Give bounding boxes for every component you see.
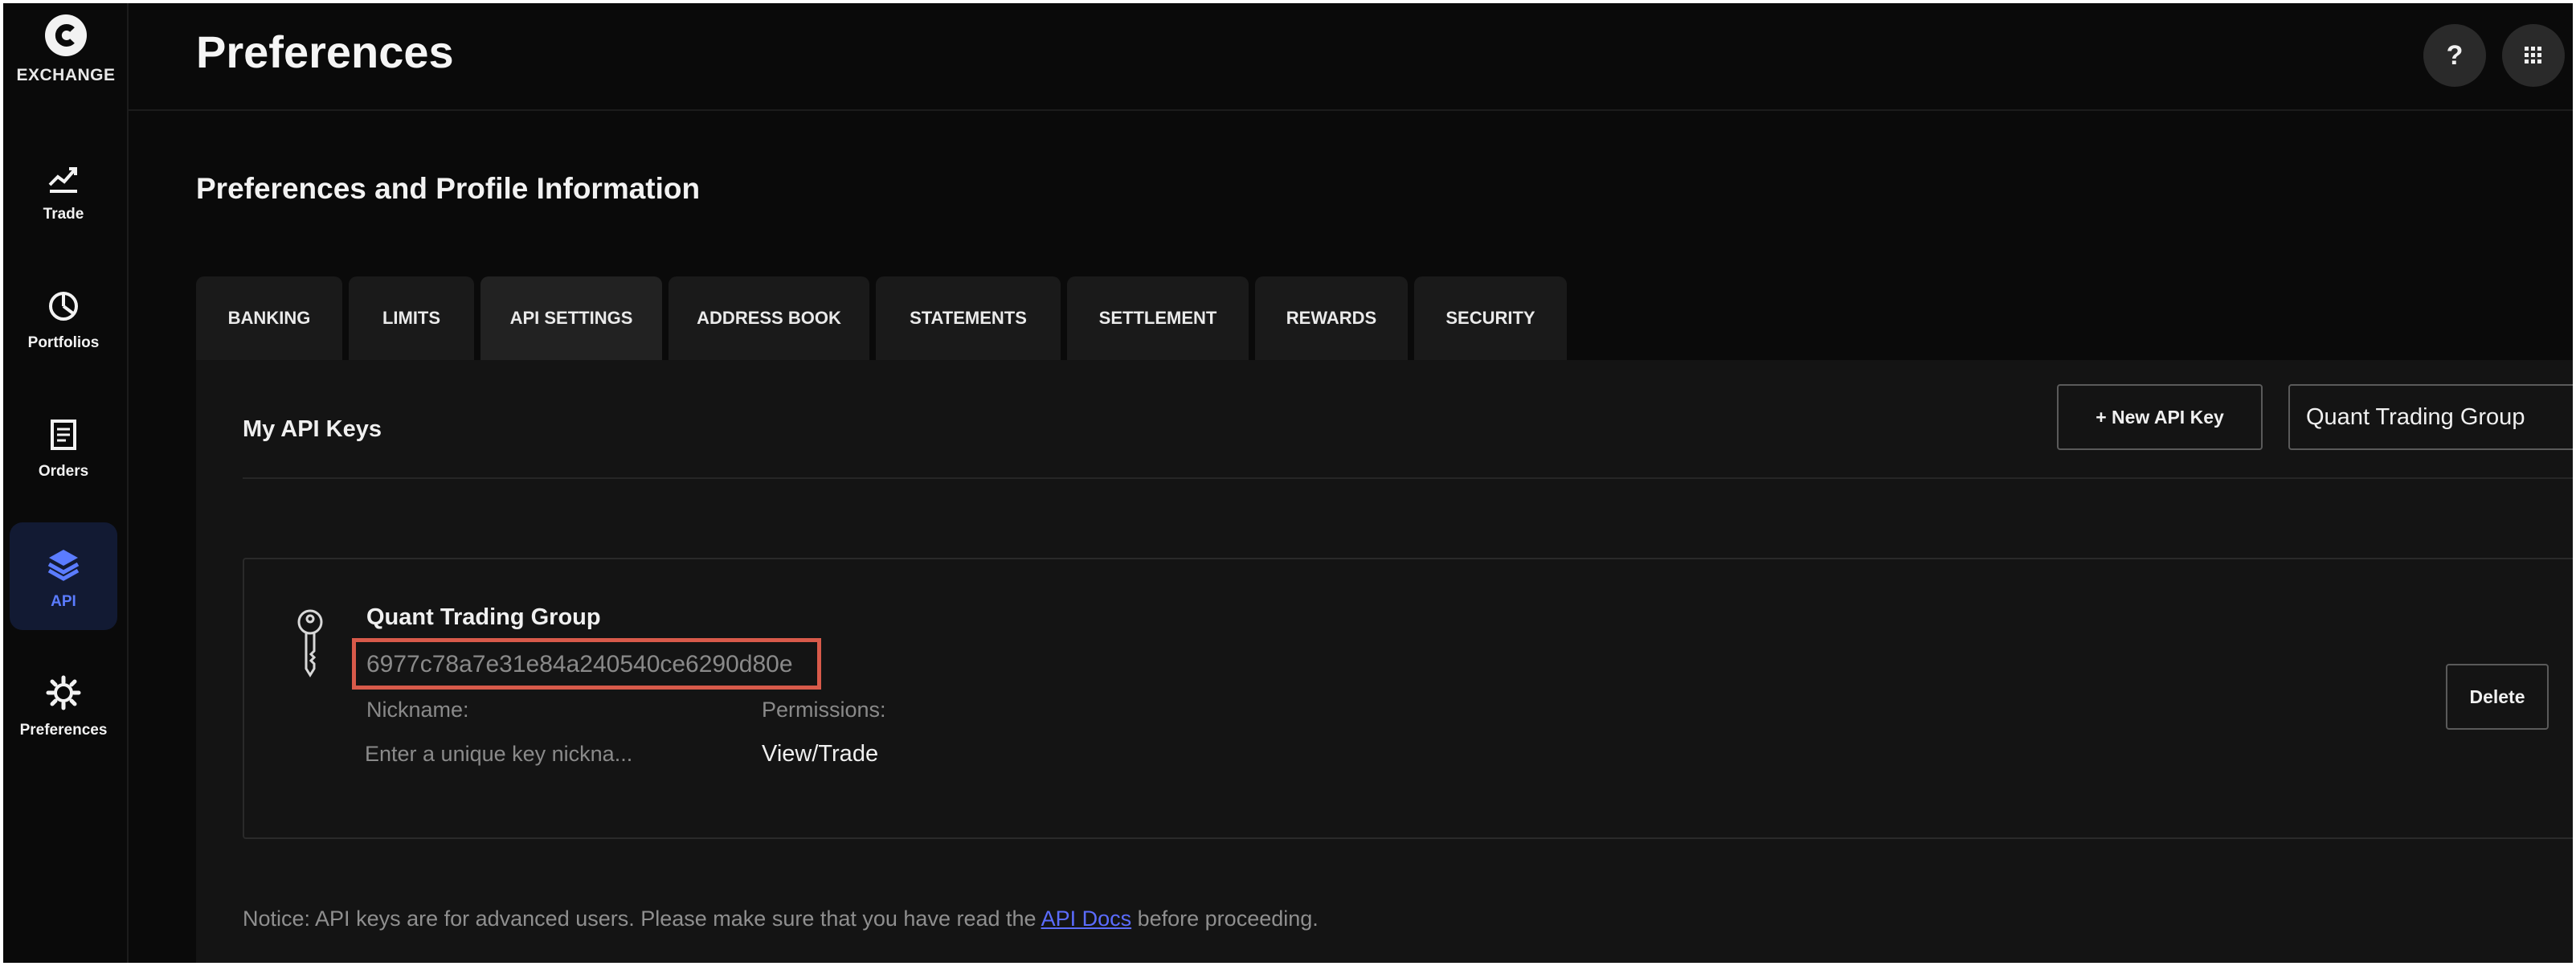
exchange-logo[interactable]: EXCHANGE bbox=[3, 13, 129, 85]
panel-title: My API Keys bbox=[243, 416, 382, 442]
api-key-name: Quant Trading Group bbox=[366, 604, 601, 630]
permissions-value: View/Trade bbox=[762, 741, 879, 767]
tab-label: ADDRESS BOOK bbox=[697, 308, 841, 328]
apps-menu-button[interactable] bbox=[2502, 24, 2565, 87]
tab-api-settings[interactable]: API SETTINGS bbox=[480, 276, 662, 360]
trend-chart-icon bbox=[48, 167, 77, 193]
tab-statements[interactable]: STATEMENTS bbox=[876, 276, 1061, 360]
group-select-value: Quant Trading Group bbox=[2306, 403, 2525, 430]
sidebar-item-label: Portfolios bbox=[27, 334, 100, 351]
sidebar-item-label: API bbox=[51, 593, 76, 610]
pie-chart-icon bbox=[49, 292, 78, 321]
tab-banking[interactable]: BANKING bbox=[196, 276, 342, 360]
delete-key-button[interactable]: Delete bbox=[2446, 664, 2549, 730]
tab-label: LIMITS bbox=[382, 308, 441, 328]
help-icon: ? bbox=[2446, 39, 2464, 71]
document-icon bbox=[51, 420, 76, 450]
tab-label: SETTLEMENT bbox=[1098, 308, 1217, 328]
key-icon bbox=[297, 609, 323, 677]
api-settings-panel: My API Keys + New API Key Quant Trading … bbox=[196, 360, 2573, 963]
api-key-id: 6977c78a7e31e84a240540ce6290d80e bbox=[366, 651, 793, 677]
app-window: EXCHANGE Trade Portfolios Orders API Pre… bbox=[3, 3, 2573, 963]
tab-label: SECURITY bbox=[1445, 308, 1535, 328]
sidebar: EXCHANGE Trade Portfolios Orders API Pre… bbox=[3, 3, 129, 963]
api-docs-link[interactable]: API Docs bbox=[1041, 907, 1132, 931]
tab-label: STATEMENTS bbox=[910, 308, 1027, 328]
help-button[interactable]: ? bbox=[2423, 24, 2486, 87]
notice-after: before proceeding. bbox=[1131, 907, 1319, 931]
section-title: Preferences and Profile Information bbox=[196, 172, 701, 205]
coinbase-logo-icon bbox=[45, 14, 87, 56]
sidebar-item-api[interactable]: API bbox=[10, 522, 117, 630]
grid-icon bbox=[2525, 47, 2541, 63]
logo-text: EXCHANGE bbox=[16, 66, 116, 84]
top-bar: Preferences ? bbox=[129, 3, 2573, 111]
sidebar-item-preferences[interactable]: Preferences bbox=[10, 651, 117, 759]
gear-icon bbox=[46, 675, 81, 710]
nickname-input[interactable] bbox=[365, 738, 670, 770]
tab-security[interactable]: SECURITY bbox=[1414, 276, 1567, 360]
notice-text: Notice: API keys are for advanced users.… bbox=[243, 907, 1319, 931]
divider bbox=[243, 477, 2573, 479]
tab-rewards[interactable]: REWARDS bbox=[1255, 276, 1408, 360]
nickname-label: Nickname: bbox=[366, 698, 469, 722]
sidebar-item-orders[interactable]: Orders bbox=[10, 394, 117, 501]
preferences-tabs: BANKING LIMITS API SETTINGS ADDRESS BOOK… bbox=[196, 276, 1573, 360]
sidebar-item-label: Trade bbox=[43, 206, 84, 223]
tab-address-book[interactable]: ADDRESS BOOK bbox=[669, 276, 869, 360]
sidebar-item-trade[interactable]: Trade bbox=[10, 137, 117, 244]
sidebar-item-label: Preferences bbox=[19, 722, 108, 739]
sidebar-item-label: Orders bbox=[38, 463, 89, 480]
layers-icon bbox=[47, 550, 80, 581]
tab-limits[interactable]: LIMITS bbox=[349, 276, 474, 360]
tab-label: REWARDS bbox=[1286, 308, 1377, 328]
api-key-card: Quant Trading Group 6977c78a7e31e84a2405… bbox=[243, 558, 2573, 839]
new-api-key-button[interactable]: + New API Key bbox=[2057, 384, 2263, 450]
tab-label: BANKING bbox=[227, 308, 311, 328]
page-title: Preferences bbox=[196, 27, 454, 77]
group-select[interactable]: Quant Trading Group bbox=[2288, 384, 2573, 450]
sidebar-item-portfolios[interactable]: Portfolios bbox=[10, 265, 117, 373]
tab-settlement[interactable]: SETTLEMENT bbox=[1067, 276, 1249, 360]
permissions-label: Permissions: bbox=[762, 698, 886, 722]
tab-label: API SETTINGS bbox=[509, 308, 633, 328]
notice-before: Notice: API keys are for advanced users.… bbox=[243, 907, 1041, 931]
